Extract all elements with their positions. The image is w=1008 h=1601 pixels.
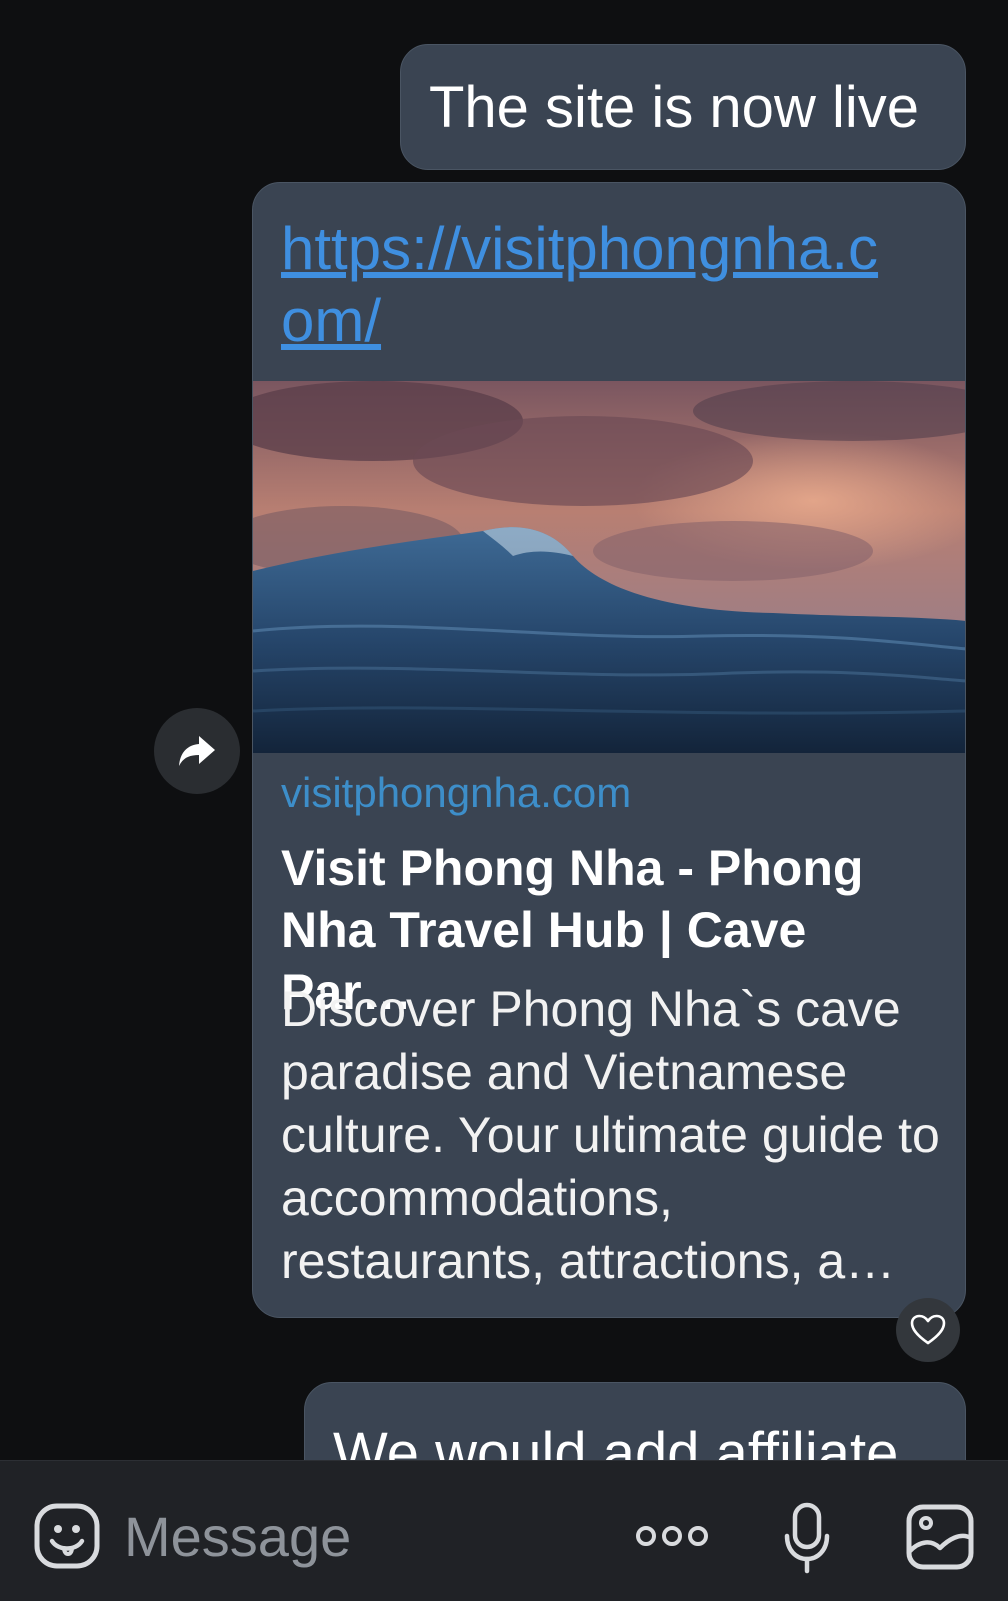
preview-image[interactable] [253, 381, 966, 753]
share-arrow-icon [179, 736, 215, 766]
heart-icon [910, 1314, 946, 1345]
emoji-icon[interactable] [34, 1503, 100, 1569]
message-bubble-outgoing[interactable]: We would add affiliate [304, 1382, 966, 1460]
chat-thread: The site is now live https://visitphongn… [0, 0, 1008, 1460]
gallery-icon[interactable] [906, 1504, 974, 1570]
link-preview-card[interactable]: https://visitphongnha.com/ visitphongnha… [252, 182, 966, 1318]
more-dots-icon[interactable] [634, 1518, 710, 1554]
message-text: The site is now live [429, 75, 919, 140]
link-domain: visitphongnha.com [281, 769, 632, 816]
microphone-icon[interactable] [784, 1502, 830, 1574]
link-description: Discover Phong Nha`s cave paradise and V… [281, 981, 940, 1289]
like-button[interactable] [896, 1298, 960, 1362]
message-bubble-outgoing[interactable]: The site is now live [400, 44, 966, 170]
message-text: We would add affiliate [333, 1421, 899, 1460]
share-button[interactable] [154, 708, 240, 794]
message-input[interactable] [124, 1496, 604, 1576]
link-url[interactable]: https://visitphongnha.com/ [281, 213, 901, 357]
